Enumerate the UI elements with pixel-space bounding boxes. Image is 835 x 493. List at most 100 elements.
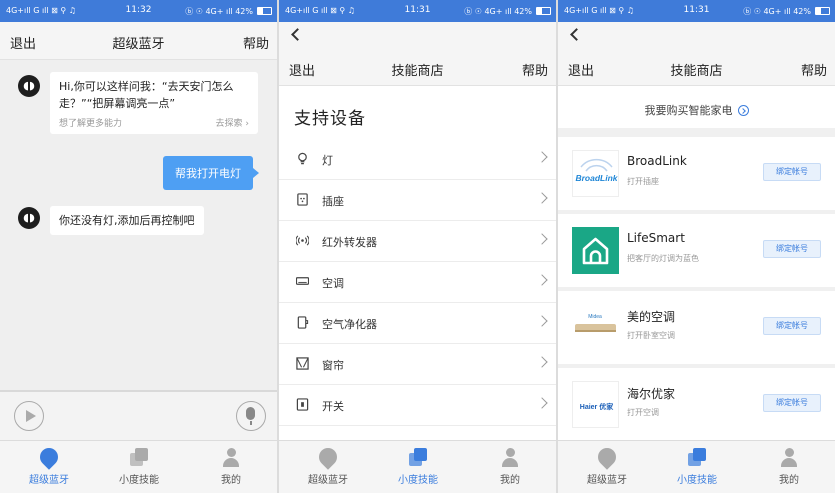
chevron-right-icon <box>536 233 548 245</box>
cards-icon <box>409 448 427 468</box>
brand-item-broadlink[interactable]: BroadLink BroadLink 打开插座 绑定帐号 <box>558 137 835 210</box>
purifier-icon <box>297 316 309 329</box>
back-icon[interactable] <box>291 28 304 41</box>
lifesmart-logo <box>572 227 619 274</box>
brand-item-midea[interactable]: Midea 美的空调 打开卧室空调 绑定帐号 <box>558 291 835 364</box>
device-item-aircon[interactable]: 空调 <box>279 262 556 303</box>
device-item-infrared[interactable]: 红外转发器 <box>279 221 556 262</box>
chat-area[interactable]: ◖◗ Hi,你可以这样问我：“去天安门怎么走？”“把屏幕调亮一点” 想了解更多能… <box>0 60 277 390</box>
explore-link[interactable]: 去探索 › <box>216 116 249 133</box>
chat-bubble-icon <box>315 444 341 470</box>
tab-super-bluetooth[interactable]: 超级蓝牙 <box>282 441 374 493</box>
screen-supported-devices: 4G+ıll G ıll ⊠ ⚲ ♫ 11:31 ⓑ ☉ 4G+ ıll 42%… <box>279 0 556 493</box>
buy-appliances-link[interactable]: 我要购买智能家电 <box>558 90 835 128</box>
bot-message-text: Hi,你可以这样问我：“去天安门怎么走？”“把屏幕调亮一点” <box>59 80 234 110</box>
tab-skills[interactable]: 小度技能 <box>372 441 464 493</box>
arrow-circle-icon <box>737 105 749 116</box>
haier-logo: Haier 优家 <box>572 381 619 428</box>
chat-bubble-icon <box>36 444 62 470</box>
help-button[interactable]: 帮助 <box>243 33 269 52</box>
device-item-socket[interactable]: 插座 <box>279 180 556 221</box>
app-header: 退出 技能商店 帮助 <box>279 48 556 86</box>
user-icon <box>501 448 519 468</box>
brand-name: 美的空调 <box>627 310 676 324</box>
status-right: ⓑ ☉ 4G+ ıll 42% <box>185 7 253 16</box>
page-title: 超级蓝牙 <box>112 37 165 52</box>
bot-message: 你还没有灯,添加后再控制吧 <box>50 206 204 235</box>
tab-mine[interactable]: 我的 <box>464 441 556 493</box>
chevron-right-icon <box>536 274 548 286</box>
bind-account-button[interactable]: 绑定帐号 <box>763 240 821 258</box>
brand-item-lifesmart[interactable]: LifeSmart 把客厅的灯调为蓝色 绑定帐号 <box>558 214 835 287</box>
mic-button[interactable] <box>236 401 266 431</box>
page-title: 技能商店 <box>391 64 444 79</box>
device-item-purifier[interactable]: 空气净化器 <box>279 303 556 344</box>
page-title: 技能商店 <box>670 64 723 79</box>
tab-bar: 超级蓝牙 小度技能 我的 <box>558 440 835 493</box>
help-button[interactable]: 帮助 <box>522 60 548 79</box>
user-icon <box>222 448 240 468</box>
bind-account-button[interactable]: 绑定帐号 <box>763 163 821 181</box>
bulb-icon <box>298 152 307 165</box>
status-bar: 4G+ıll G ıll ⊠ ⚲ ♫ 11:31 ⓑ ☉ 4G+ ıll 42% <box>279 0 556 22</box>
battery-icon <box>536 7 551 15</box>
tab-mine[interactable]: 我的 <box>743 441 835 493</box>
screen-skill-store: 4G+ıll G ıll ⊠ ⚲ ♫ 11:31 ⓑ ☉ 4G+ ıll 42%… <box>558 0 835 493</box>
back-row <box>279 22 556 48</box>
screen-super-bluetooth: 4G+ıll G ıll ⊠ ⚲ ♫ 11:32 ⓑ ☉ 4G+ ıll 42%… <box>0 0 277 493</box>
back-row <box>558 22 835 48</box>
svg-text:Midea: Midea <box>588 314 602 320</box>
brand-item-haier[interactable]: Haier 优家 海尔优家 打开空调 绑定帐号 <box>558 368 835 441</box>
tab-mine[interactable]: 我的 <box>185 441 277 493</box>
chevron-right-icon <box>536 356 548 368</box>
brand-example: 打开卧室空调 <box>627 331 675 340</box>
chevron-right-icon <box>536 192 548 204</box>
bot-avatar-icon: ◖◗ <box>18 75 40 97</box>
hint-text: 想了解更多能力 <box>59 119 123 129</box>
cards-icon <box>130 448 148 468</box>
user-message: 帮我打开电灯 <box>163 156 259 190</box>
bind-account-button[interactable]: 绑定帐号 <box>763 394 821 412</box>
status-bar: 4G+ıll G ıll ⊠ ⚲ ♫ 11:32 ⓑ ☉ 4G+ ıll 42% <box>0 0 277 22</box>
play-button[interactable] <box>14 401 44 431</box>
tab-super-bluetooth[interactable]: 超级蓝牙 <box>3 441 95 493</box>
device-item-curtain[interactable]: 窗帘 <box>279 344 556 385</box>
device-item-light[interactable]: 灯 <box>279 139 556 180</box>
brand-name: BroadLink <box>627 154 687 168</box>
user-icon <box>780 448 798 468</box>
infrared-icon <box>296 235 309 246</box>
cards-icon <box>688 448 706 468</box>
chevron-right-icon <box>536 151 548 163</box>
voice-input-bar <box>0 390 277 440</box>
battery-icon <box>815 7 830 15</box>
curtain-icon <box>296 357 309 370</box>
tab-skills[interactable]: 小度技能 <box>93 441 185 493</box>
brand-example: 打开插座 <box>627 177 659 186</box>
app-header: 退出 技能商店 帮助 <box>558 48 835 86</box>
help-button[interactable]: 帮助 <box>801 60 827 79</box>
tab-super-bluetooth[interactable]: 超级蓝牙 <box>561 441 653 493</box>
bot-avatar-icon: ◖◗ <box>18 207 40 229</box>
aircon-icon <box>296 277 309 285</box>
explore-hint: 想了解更多能力 去探索 › <box>59 116 249 129</box>
status-bar: 4G+ıll G ıll ⊠ ⚲ ♫ 11:31 ⓑ ☉ 4G+ ıll 42% <box>558 0 835 22</box>
tab-skills[interactable]: 小度技能 <box>651 441 743 493</box>
tab-bar: 超级蓝牙 小度技能 我的 <box>0 440 277 493</box>
brand-example: 打开空调 <box>627 408 659 417</box>
device-item-switch[interactable]: 开关 <box>279 385 556 426</box>
section-title: 支持设备 <box>294 109 366 129</box>
bind-account-button[interactable]: 绑定帐号 <box>763 317 821 335</box>
brand-name: LifeSmart <box>627 231 685 245</box>
svg-text:BroadLink: BroadLink <box>575 173 618 183</box>
back-icon[interactable] <box>570 28 583 41</box>
socket-icon <box>297 193 308 206</box>
app-header: 退出 超级蓝牙 帮助 <box>0 22 277 60</box>
brand-name: 海尔优家 <box>627 387 676 401</box>
brand-list: 我要购买智能家电 BroadLink BroadLink 打开插座 绑定帐号 L… <box>558 90 835 441</box>
svg-text:Haier 优家: Haier 优家 <box>580 402 614 411</box>
chat-bubble-icon <box>594 444 620 470</box>
microphone-icon <box>246 407 255 420</box>
brand-example: 把客厅的灯调为蓝色 <box>627 254 699 263</box>
bot-message: Hi,你可以这样问我：“去天安门怎么走？”“把屏幕调亮一点” 想了解更多能力 去… <box>50 72 258 134</box>
chevron-right-icon <box>536 315 548 327</box>
